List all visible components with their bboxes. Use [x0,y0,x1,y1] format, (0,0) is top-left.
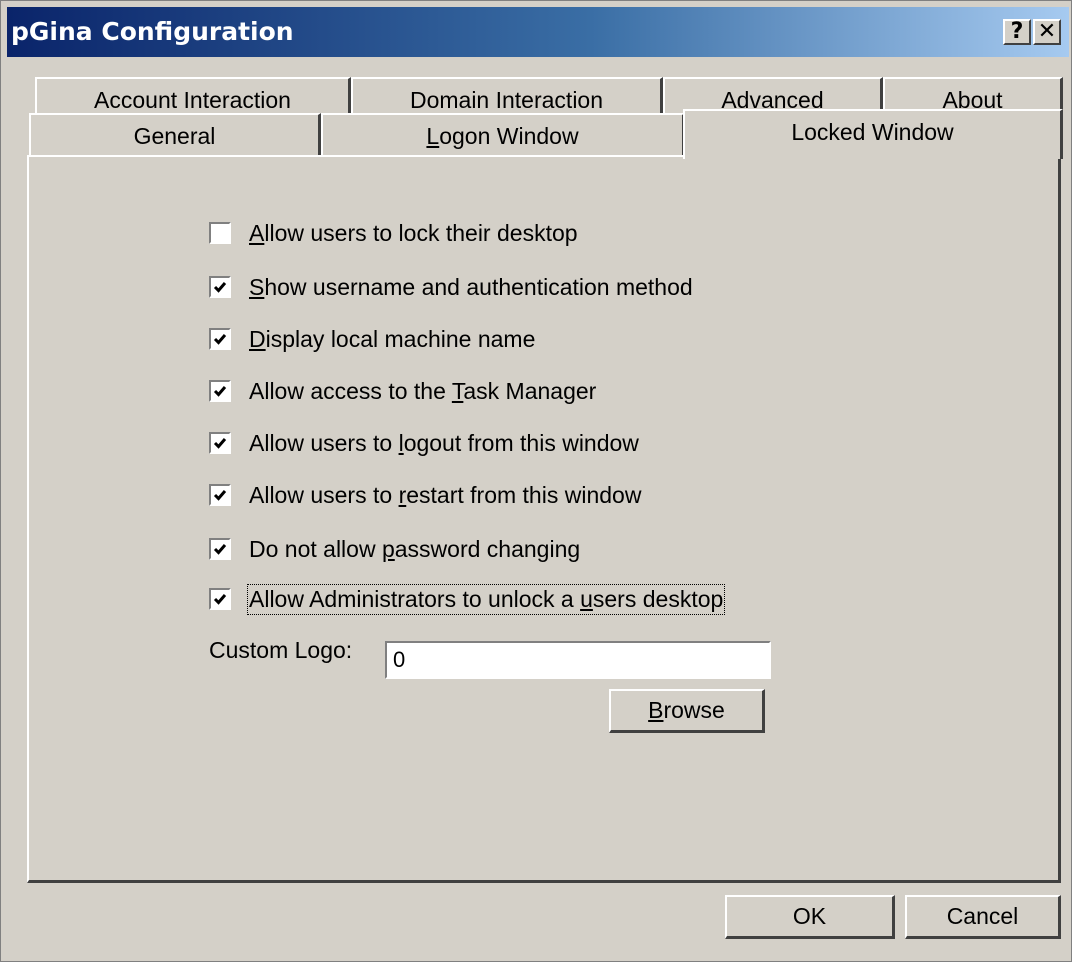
tab-logon-window[interactable]: Logon Window [321,113,685,157]
option-row[interactable]: Allow Administrators to unlock a users d… [209,581,726,617]
browse-button[interactable]: Browse [609,689,765,733]
tab-label: Logon Window [426,122,579,149]
ok-button[interactable]: OK [725,895,895,939]
option-row[interactable]: Display local machine name [209,321,535,357]
option-row[interactable]: Allow users to restart from this window [209,477,641,513]
checkmark-icon [213,594,227,605]
tab-label: Locked Window [791,119,954,145]
browse-label: Browse [648,697,725,723]
pgina-config-window: pGina Configuration ? ✕ Account Interact… [0,0,1072,962]
option-label: Allow users to logout from this window [249,429,639,456]
tab-label: Domain Interaction [409,86,604,113]
custom-logo-label: Custom Logo: [209,637,353,663]
checkbox-checked[interactable] [209,276,231,298]
title-bar[interactable]: pGina Configuration ? ✕ [7,7,1069,57]
help-button[interactable]: ? [1003,19,1031,45]
tab-locked-window[interactable]: Locked Window [683,109,1063,159]
checkmark-icon [213,544,227,555]
close-icon: ✕ [1037,19,1057,44]
option-label: Allow access to the Task Manager [249,377,597,404]
cancel-button[interactable]: Cancel [905,895,1061,939]
option-row[interactable]: Allow users to logout from this window [209,425,639,461]
custom-logo-input[interactable] [385,641,771,679]
option-label: Allow users to lock their desktop [249,219,578,246]
checkbox-checked[interactable] [209,328,231,350]
tab-label: General [133,122,216,149]
option-label: Allow users to restart from this window [249,481,642,508]
ok-label: OK [792,903,827,929]
option-row[interactable]: Allow users to lock their desktop [209,215,578,251]
checkbox-checked[interactable] [209,432,231,454]
checkmark-icon [213,438,227,449]
option-label: Allow Administrators to unlock a users d… [246,583,726,615]
checkbox-unchecked[interactable] [209,222,231,244]
checkmark-icon [213,282,227,293]
cancel-label: Cancel [946,903,1019,929]
option-row[interactable]: Show username and authentication method [209,269,693,305]
checkmark-icon [213,386,227,397]
checkbox-checked[interactable] [209,538,231,560]
checkbox-checked[interactable] [209,380,231,402]
option-label: Display local machine name [249,325,536,352]
tab-general[interactable]: General [29,113,321,157]
option-row[interactable]: Allow access to the Task Manager [209,373,596,409]
locked-window-panel: Allow users to lock their desktop Show us… [27,155,1061,883]
option-label: Show username and authentication method [249,273,693,300]
window-title: pGina Configuration [11,17,294,46]
option-row[interactable]: Do not allow password changing [209,531,580,567]
close-button[interactable]: ✕ [1033,19,1061,45]
checkmark-icon [213,334,227,345]
help-icon: ? [1010,19,1024,44]
checkbox-checked[interactable] [209,588,231,610]
tab-label: Account Interaction [94,86,291,113]
option-label: Do not allow password changing [249,535,581,562]
checkbox-checked[interactable] [209,484,231,506]
checkmark-icon [213,490,227,501]
